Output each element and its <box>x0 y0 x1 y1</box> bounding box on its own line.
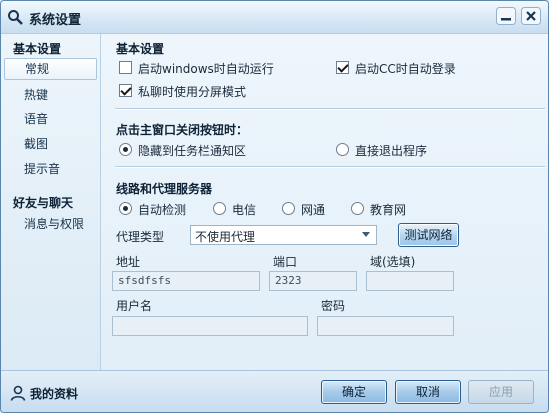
radio-hide-to-tray-label[interactable]: 隐藏到任务栏通知区 <box>138 142 246 159</box>
sidebar-item-general[interactable]: 常规 <box>4 58 97 80</box>
section-title-basic: 基本设置 <box>116 42 165 56</box>
proxy-type-label: 代理类型 <box>116 230 165 244</box>
minimize-icon[interactable] <box>496 7 516 25</box>
sidebar-group-basic: 基本设置 <box>13 42 62 56</box>
window-title: 系统设置 <box>29 13 82 28</box>
search-settings-icon <box>8 10 23 25</box>
footer-bar: 我的资料 确定 取消 应用 <box>1 370 548 412</box>
port-label: 端口 <box>273 255 298 269</box>
apply-button[interactable]: 应用 <box>468 380 534 404</box>
radio-line-auto[interactable] <box>119 202 132 215</box>
radio-line-netcom-label[interactable]: 网通 <box>301 201 325 218</box>
sidebar-item-voice[interactable]: 语音 <box>4 108 97 130</box>
radio-line-netcom[interactable] <box>282 202 295 215</box>
ok-button[interactable]: 确定 <box>321 380 387 404</box>
radio-exit-program-label[interactable]: 直接退出程序 <box>355 142 427 159</box>
radio-hide-to-tray[interactable] <box>119 143 132 156</box>
port-field[interactable]: 2323 <box>269 271 357 291</box>
sidebar-item-messages[interactable]: 消息与权限 <box>4 213 97 235</box>
radio-line-telecom-label[interactable]: 电信 <box>232 201 256 218</box>
radio-line-education[interactable] <box>351 202 364 215</box>
radio-line-auto-label[interactable]: 自动检测 <box>138 201 186 218</box>
username-label: 用户名 <box>116 299 153 313</box>
sidebar-item-screenshot[interactable]: 截图 <box>4 133 97 155</box>
radio-line-telecom[interactable] <box>213 202 226 215</box>
divider <box>115 166 545 168</box>
sidebar: 基本设置 常规 热键 语音 截图 提示音 好友与聊天 消息与权限 <box>1 34 101 370</box>
address-label: 地址 <box>116 255 141 269</box>
split-screen-checkbox[interactable] <box>119 84 132 97</box>
cancel-button[interactable]: 取消 <box>395 380 461 404</box>
password-field[interactable] <box>317 316 454 336</box>
auto-login-label[interactable]: 启动CC时自动登录 <box>355 60 456 77</box>
radio-exit-program[interactable] <box>336 143 349 156</box>
settings-panel: 基本设置 启动windows时自动运行 启动CC时自动登录 私聊时使用分屏模式 … <box>101 34 548 370</box>
domain-field[interactable] <box>366 271 454 291</box>
divider <box>115 108 545 110</box>
chevron-down-icon <box>362 232 370 237</box>
auto-run-checkbox[interactable] <box>119 61 132 74</box>
test-network-button[interactable]: 测试网络 <box>398 223 459 247</box>
address-field[interactable]: sfsdfsfs <box>112 271 260 291</box>
username-field[interactable] <box>112 316 308 336</box>
auto-run-label[interactable]: 启动windows时自动运行 <box>138 60 274 77</box>
section-title-close: 点击主窗口关闭按钮时： <box>116 123 249 137</box>
proxy-type-value: 不使用代理 <box>195 230 256 244</box>
my-profile-link[interactable]: 我的资料 <box>30 385 78 402</box>
radio-line-education-label[interactable]: 教育网 <box>370 201 406 218</box>
title-bar[interactable]: 系统设置 <box>1 1 548 34</box>
split-screen-label[interactable]: 私聊时使用分屏模式 <box>138 83 246 100</box>
close-icon[interactable] <box>521 7 541 25</box>
password-label: 密码 <box>321 299 346 313</box>
settings-window: 系统设置 基本设置 常规 热键 语音 截图 提示音 好友与聊天 消息与权限 基本… <box>0 0 549 413</box>
sidebar-item-sound[interactable]: 提示音 <box>4 158 97 180</box>
user-profile-icon[interactable] <box>10 385 26 401</box>
sidebar-group-friends: 好友与聊天 <box>13 196 74 210</box>
sidebar-item-hotkeys[interactable]: 热键 <box>4 84 97 106</box>
section-title-network: 线路和代理服务器 <box>116 182 213 196</box>
proxy-type-select[interactable]: 不使用代理 <box>190 225 377 245</box>
auto-login-checkbox[interactable] <box>336 61 349 74</box>
domain-label: 域(选填) <box>370 255 416 269</box>
